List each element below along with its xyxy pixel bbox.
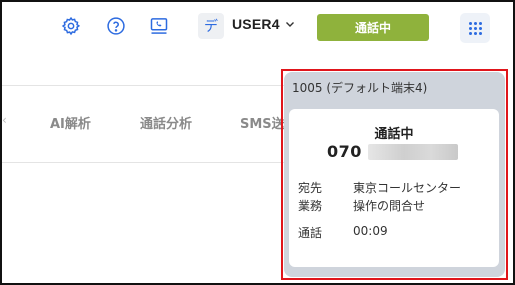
user-name: USER4: [232, 16, 280, 32]
user-menu[interactable]: USER4: [232, 16, 295, 32]
gear-icon[interactable]: [60, 15, 82, 37]
top-header: デ USER4 通話中: [2, 2, 513, 50]
call-status-label: 通話中: [354, 21, 391, 35]
avatar-initial: デ: [204, 19, 218, 35]
chevron-down-icon: [285, 22, 294, 27]
tab-sms[interactable]: SMS送: [240, 113, 285, 132]
divider: [2, 162, 292, 163]
tab-ai-analysis[interactable]: AI解析: [50, 113, 91, 132]
tab-scroll-left-icon[interactable]: ‹: [2, 113, 7, 127]
tab-call-analysis[interactable]: 通話分析: [140, 113, 192, 132]
softphone-icon[interactable]: [148, 15, 170, 37]
analysis-tabs: ‹ AI解析 通話分析 SMS送: [2, 100, 292, 144]
help-icon[interactable]: [105, 15, 127, 37]
highlight-box: [281, 69, 508, 280]
apps-grid-icon: [468, 21, 482, 35]
apps-menu-button[interactable]: [460, 13, 490, 43]
user-avatar[interactable]: デ: [198, 13, 224, 39]
call-status-button[interactable]: 通話中: [317, 14, 429, 41]
divider: [2, 85, 292, 86]
